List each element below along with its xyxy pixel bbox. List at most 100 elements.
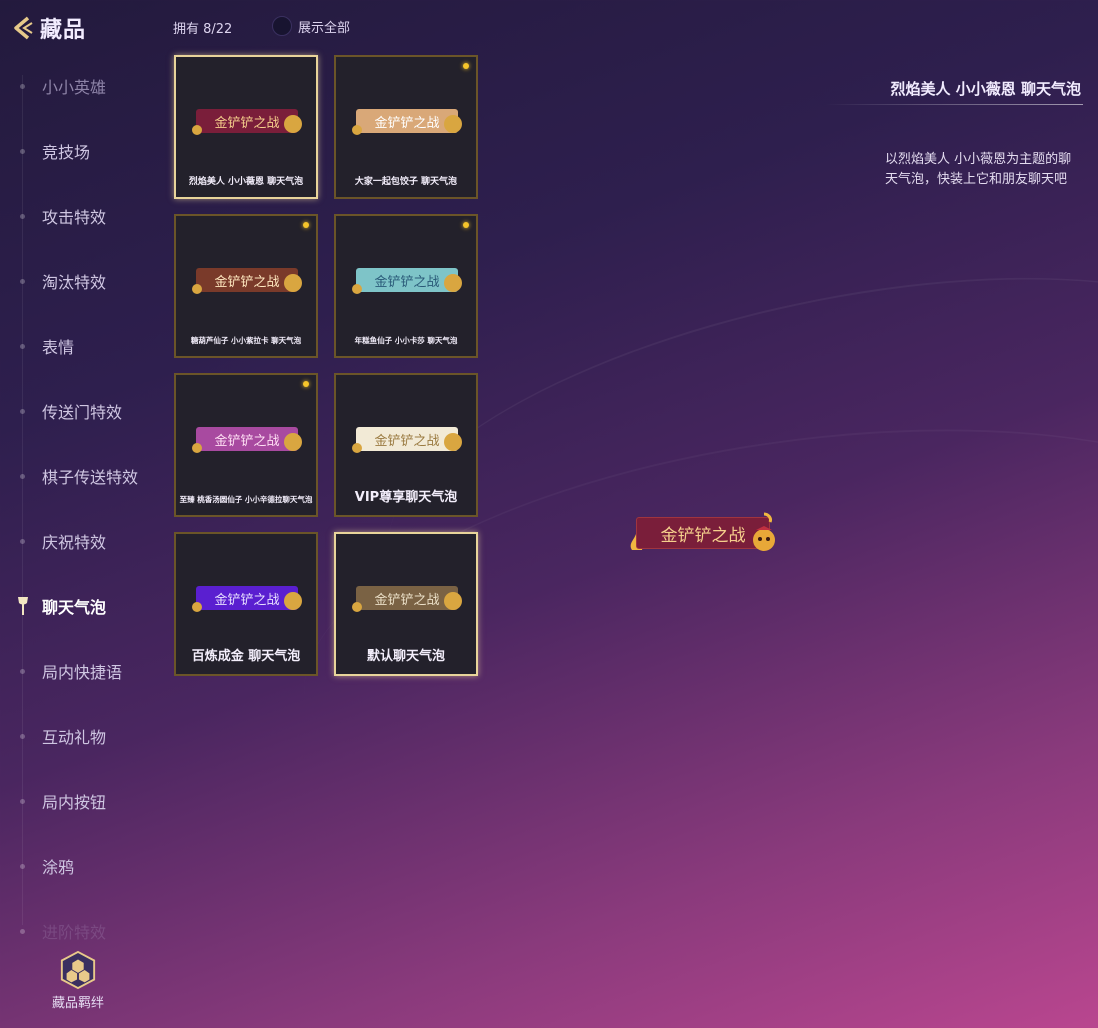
sidebar-item[interactable]: 聊天气泡 — [0, 591, 165, 621]
sidebar-item[interactable]: 小小英雄 — [0, 71, 165, 101]
bubble-deco-right-icon — [444, 115, 462, 133]
chat-bubble-preview: 金铲铲之战 — [196, 109, 298, 133]
sidebar-dot — [20, 863, 25, 869]
chat-bubble-preview: 金铲铲之战 — [196, 427, 298, 451]
detail-divider — [825, 104, 1083, 105]
show-all-label: 展示全部 — [298, 20, 351, 36]
sidebar-item-label: 棋子传送特效 — [42, 468, 139, 487]
sidebar-dot — [20, 928, 25, 934]
bubble-deco-left-icon — [192, 284, 202, 294]
sidebar-item-label: 传送门特效 — [42, 403, 123, 422]
card-label: 年糕鱼仙子 小小卡莎 聊天气泡 — [354, 336, 458, 345]
bubble-preview: 金铲铲之战 — [628, 512, 778, 554]
collection-card[interactable]: 金铲铲之战默认聊天气泡 — [334, 532, 478, 676]
sidebar-item[interactable]: 攻击特效 — [0, 201, 165, 231]
card-label: 至臻 桃香汤圆仙子 小小辛德拉聊天气泡 — [179, 495, 313, 504]
chat-bubble-preview: 金铲铲之战 — [196, 586, 298, 610]
bubble-deco-right-icon — [444, 433, 462, 451]
sidebar-item[interactable]: 表情 — [0, 331, 165, 361]
bubble-deco-right-icon — [444, 592, 462, 610]
bubble-deco-left-icon — [352, 443, 362, 453]
chat-bubble-text: 金铲铲之战 — [214, 115, 280, 131]
collection-card[interactable]: 金铲铲之战大家一起包饺子 聊天气泡 — [334, 55, 478, 199]
chat-bubble-text: 金铲铲之战 — [214, 433, 280, 449]
sidebar-item-label: 庆祝特效 — [42, 533, 107, 552]
new-indicator-dot — [303, 222, 309, 228]
sidebar-dot — [20, 148, 25, 154]
bubble-deco-left-icon — [192, 602, 202, 612]
sidebar-dot — [20, 408, 25, 414]
bubble-deco-right-icon — [444, 274, 462, 292]
sidebar-dot — [20, 538, 25, 544]
bubble-deco-right-icon — [284, 115, 302, 133]
collection-card[interactable]: 金铲铲之战烈焰美人 小小薇恩 聊天气泡 — [174, 55, 318, 199]
new-indicator-dot — [463, 63, 469, 69]
collection-card[interactable]: 金铲铲之战百炼成金 聊天气泡 — [174, 532, 318, 676]
chat-bubble-preview: 金铲铲之战 — [356, 586, 458, 610]
show-all-toggle[interactable]: 展示全部 — [272, 16, 350, 36]
chat-bubble-text: 金铲铲之战 — [214, 274, 280, 290]
card-label: 默认聊天气泡 — [366, 649, 445, 664]
bubble-deco-left-icon — [192, 443, 202, 453]
owned-count: 拥有 8/22 — [173, 22, 233, 37]
sidebar-dot — [20, 798, 25, 804]
sidebar-item-label: 局内按钮 — [42, 793, 107, 812]
back-button[interactable]: 藏品 — [10, 12, 86, 44]
chat-bubble-preview: 金铲铲之战 — [356, 268, 458, 292]
bubble-deco-left-icon — [352, 125, 362, 135]
sidebar-item-label: 进阶特效 — [42, 923, 107, 942]
sidebar-item-label: 表情 — [42, 338, 75, 357]
chat-bubble-text: 金铲铲之战 — [214, 592, 280, 608]
vayne-mascot-icon — [753, 512, 775, 551]
chat-bubble-preview: 金铲铲之战 — [196, 268, 298, 292]
chat-bubble-text: 金铲铲之战 — [374, 274, 440, 290]
sidebar-item[interactable]: 棋子传送特效 — [0, 461, 165, 491]
bubble-deco-left-icon — [352, 284, 362, 294]
sidebar-item[interactable]: 传送门特效 — [0, 396, 165, 426]
sidebar-item[interactable]: 庆祝特效 — [0, 526, 165, 556]
bubble-deco-right-icon — [284, 592, 302, 610]
card-label: 大家一起包饺子 聊天气泡 — [354, 177, 458, 187]
page-title: 藏品 — [40, 18, 87, 43]
collection-card[interactable]: 金铲铲之战至臻 桃香汤圆仙子 小小辛德拉聊天气泡 — [174, 373, 318, 517]
card-label: VIP尊享聊天气泡 — [354, 490, 458, 505]
sidebar-dot — [20, 733, 25, 739]
card-label: 百炼成金 聊天气泡 — [191, 649, 301, 664]
chat-bubble-text: 金铲铲之战 — [374, 433, 440, 449]
sidebar-dot — [20, 213, 25, 219]
category-sidebar: 小小英雄竞技场攻击特效淘汰特效表情传送门特效棋子传送特效 庆祝特效聊天气泡局内快捷… — [0, 55, 165, 942]
sidebar-item[interactable]: 局内按钮 — [0, 786, 165, 816]
detail-description: 以烈焰美人 小小薇恩为主题的聊天气泡，快装上它和朋友聊天吧 — [885, 152, 1072, 187]
sidebar-item-label: 淘汰特效 — [42, 273, 107, 292]
show-all-radio[interactable] — [272, 16, 292, 36]
sidebar-item-label: 竞技场 — [42, 143, 91, 162]
sidebar-dot — [20, 83, 25, 89]
collection-card[interactable]: 金铲铲之战 VIP尊享聊天气泡 — [334, 373, 478, 517]
card-label: 烈焰美人 小小薇恩 聊天气泡 — [188, 177, 304, 187]
sidebar-dot — [20, 343, 25, 349]
sidebar-item[interactable]: 进阶特效 — [0, 916, 165, 946]
sidebar-item-label: 小小英雄 — [42, 78, 107, 97]
collection-bond-label: 藏品羁绊 — [51, 996, 104, 1011]
sidebar-dot — [20, 473, 25, 479]
sidebar-item-label: 攻击特效 — [42, 208, 107, 227]
back-arrow-icon — [14, 16, 33, 40]
sidebar-item[interactable]: 涂鸦 — [0, 851, 165, 881]
shovel-icon — [18, 597, 28, 615]
collection-card[interactable]: 金铲铲之战年糕鱼仙子 小小卡莎 聊天气泡 — [334, 214, 478, 358]
sidebar-item[interactable]: 局内快捷语 — [0, 656, 165, 686]
new-indicator-dot — [303, 381, 309, 387]
collection-bond-button[interactable]: 藏品羁绊 — [50, 950, 106, 1011]
sidebar-item[interactable]: 淘汰特效 — [0, 266, 165, 296]
sidebar-item[interactable]: 竞技场 — [0, 136, 165, 166]
sidebar-item[interactable]: 互动礼物 — [0, 721, 165, 751]
sidebar-dot — [20, 278, 25, 284]
collection-card[interactable]: 金铲铲之战 糖葫芦仙子 小小紫拉卡 聊天气泡 — [174, 214, 318, 358]
new-indicator-dot — [463, 222, 469, 228]
hexagon-bond-icon — [60, 950, 96, 990]
chat-bubble-text: 金铲铲之战 — [374, 115, 440, 131]
sidebar-item-label: 涂鸦 — [42, 858, 75, 877]
chat-bubble-preview: 金铲铲之战 — [356, 109, 458, 133]
sidebar-item-label: 互动礼物 — [42, 728, 107, 747]
preview-bubble-text: 金铲铲之战 — [660, 525, 746, 546]
